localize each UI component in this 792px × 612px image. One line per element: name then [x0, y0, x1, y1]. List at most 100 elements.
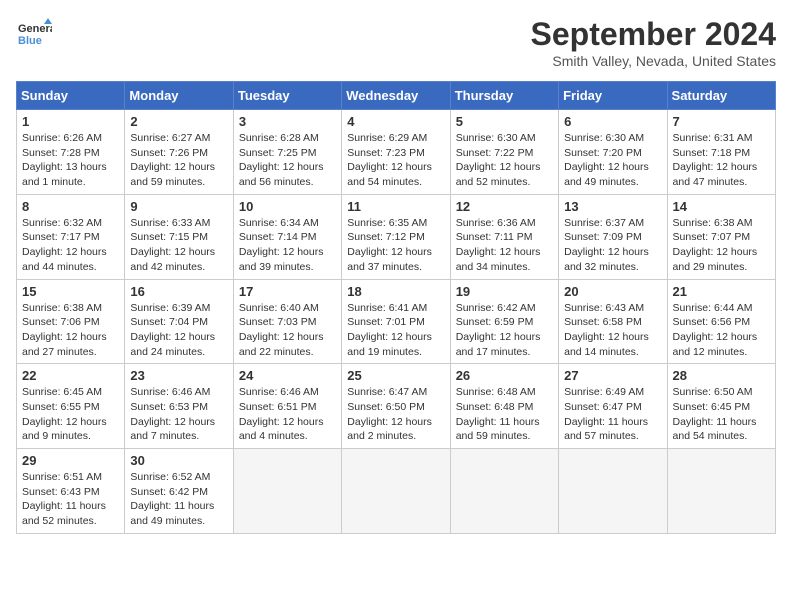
day-detail: Sunrise: 6:51 AM Sunset: 6:43 PM Dayligh… — [22, 470, 119, 529]
day-cell: 7 Sunrise: 6:31 AM Sunset: 7:18 PM Daylig… — [667, 110, 775, 195]
day-cell — [450, 449, 558, 534]
day-detail: Sunrise: 6:48 AM Sunset: 6:48 PM Dayligh… — [456, 385, 553, 444]
day-cell: 2 Sunrise: 6:27 AM Sunset: 7:26 PM Daylig… — [125, 110, 233, 195]
day-number: 11 — [347, 199, 444, 214]
header-row: Sunday Monday Tuesday Wednesday Thursday… — [17, 82, 776, 110]
day-number: 9 — [130, 199, 227, 214]
day-detail: Sunrise: 6:44 AM Sunset: 6:56 PM Dayligh… — [673, 301, 770, 360]
day-cell: 6 Sunrise: 6:30 AM Sunset: 7:20 PM Daylig… — [559, 110, 667, 195]
day-detail: Sunrise: 6:27 AM Sunset: 7:26 PM Dayligh… — [130, 131, 227, 190]
day-number: 24 — [239, 368, 336, 383]
month-title: September 2024 — [531, 16, 776, 53]
day-number: 25 — [347, 368, 444, 383]
day-cell: 24Sunrise: 6:46 AM Sunset: 6:51 PM Dayli… — [233, 364, 341, 449]
day-number: 8 — [22, 199, 119, 214]
day-cell: 13 Sunrise: 6:37 AM Sunset: 7:09 PM Dayli… — [559, 194, 667, 279]
day-cell: 19 Sunrise: 6:42 AM Sunset: 6:59 PM Dayli… — [450, 279, 558, 364]
day-number: 28 — [673, 368, 770, 383]
day-cell: 3Sunrise: 6:28 AM Sunset: 7:25 PM Daylig… — [233, 110, 341, 195]
title-block: September 2024 Smith Valley, Nevada, Uni… — [531, 16, 776, 69]
day-detail: Sunrise: 6:31 AM Sunset: 7:18 PM Dayligh… — [673, 131, 770, 190]
day-cell: 14Sunrise: 6:38 AM Sunset: 7:07 PM Dayli… — [667, 194, 775, 279]
week-row: 15 Sunrise: 6:38 AM Sunset: 7:06 PM Dayli… — [17, 279, 776, 364]
col-saturday: Saturday — [667, 82, 775, 110]
day-detail: Sunrise: 6:43 AM Sunset: 6:58 PM Dayligh… — [564, 301, 661, 360]
day-detail: Sunrise: 6:40 AM Sunset: 7:03 PM Dayligh… — [239, 301, 336, 360]
day-number: 10 — [239, 199, 336, 214]
day-cell: 18 Sunrise: 6:41 AM Sunset: 7:01 PM Dayli… — [342, 279, 450, 364]
day-detail: Sunrise: 6:39 AM Sunset: 7:04 PM Dayligh… — [130, 301, 227, 360]
day-detail: Sunrise: 6:42 AM Sunset: 6:59 PM Dayligh… — [456, 301, 553, 360]
day-number: 27 — [564, 368, 661, 383]
day-cell: 15 Sunrise: 6:38 AM Sunset: 7:06 PM Dayli… — [17, 279, 125, 364]
day-number: 5 — [456, 114, 553, 129]
day-detail: Sunrise: 6:28 AM Sunset: 7:25 PM Dayligh… — [239, 131, 336, 190]
day-number: 7 — [673, 114, 770, 129]
day-detail: Sunrise: 6:50 AM Sunset: 6:45 PM Dayligh… — [673, 385, 770, 444]
day-detail: Sunrise: 6:45 AM Sunset: 6:55 PM Dayligh… — [22, 385, 119, 444]
day-number: 16 — [130, 284, 227, 299]
day-number: 15 — [22, 284, 119, 299]
day-cell: 30 Sunrise: 6:52 AM Sunset: 6:42 PM Dayli… — [125, 449, 233, 534]
day-cell: 5 Sunrise: 6:30 AM Sunset: 7:22 PM Daylig… — [450, 110, 558, 195]
col-sunday: Sunday — [17, 82, 125, 110]
day-number: 13 — [564, 199, 661, 214]
day-detail: Sunrise: 6:52 AM Sunset: 6:42 PM Dayligh… — [130, 470, 227, 529]
page-header: General Blue September 2024 Smith Valley… — [16, 16, 776, 69]
logo: General Blue — [16, 16, 52, 52]
day-cell: 16 Sunrise: 6:39 AM Sunset: 7:04 PM Dayli… — [125, 279, 233, 364]
col-monday: Monday — [125, 82, 233, 110]
col-tuesday: Tuesday — [233, 82, 341, 110]
day-cell: 17 Sunrise: 6:40 AM Sunset: 7:03 PM Dayli… — [233, 279, 341, 364]
day-number: 1 — [22, 114, 119, 129]
day-number: 14 — [673, 199, 770, 214]
day-number: 6 — [564, 114, 661, 129]
day-cell — [667, 449, 775, 534]
week-row: 1 Sunrise: 6:26 AM Sunset: 7:28 PM Daylig… — [17, 110, 776, 195]
day-detail: Sunrise: 6:30 AM Sunset: 7:20 PM Dayligh… — [564, 131, 661, 190]
week-row: 8Sunrise: 6:32 AM Sunset: 7:17 PM Daylig… — [17, 194, 776, 279]
day-cell: 29 Sunrise: 6:51 AM Sunset: 6:43 PM Dayli… — [17, 449, 125, 534]
svg-text:General: General — [18, 23, 52, 35]
day-cell: 27 Sunrise: 6:49 AM Sunset: 6:47 PM Dayli… — [559, 364, 667, 449]
day-number: 29 — [22, 453, 119, 468]
calendar-table: Sunday Monday Tuesday Wednesday Thursday… — [16, 81, 776, 534]
week-row: 29 Sunrise: 6:51 AM Sunset: 6:43 PM Dayli… — [17, 449, 776, 534]
day-number: 19 — [456, 284, 553, 299]
day-cell: 11 Sunrise: 6:35 AM Sunset: 7:12 PM Dayli… — [342, 194, 450, 279]
day-cell: 8Sunrise: 6:32 AM Sunset: 7:17 PM Daylig… — [17, 194, 125, 279]
day-number: 17 — [239, 284, 336, 299]
day-cell — [233, 449, 341, 534]
day-cell: 9Sunrise: 6:33 AM Sunset: 7:15 PM Daylig… — [125, 194, 233, 279]
col-wednesday: Wednesday — [342, 82, 450, 110]
location: Smith Valley, Nevada, United States — [531, 53, 776, 69]
day-detail: Sunrise: 6:35 AM Sunset: 7:12 PM Dayligh… — [347, 216, 444, 275]
day-number: 2 — [130, 114, 227, 129]
day-cell: 10 Sunrise: 6:34 AM Sunset: 7:14 PM Dayli… — [233, 194, 341, 279]
day-number: 18 — [347, 284, 444, 299]
day-cell: 28 Sunrise: 6:50 AM Sunset: 6:45 PM Dayli… — [667, 364, 775, 449]
day-cell: 21 Sunrise: 6:44 AM Sunset: 6:56 PM Dayli… — [667, 279, 775, 364]
day-cell: 12 Sunrise: 6:36 AM Sunset: 7:11 PM Dayli… — [450, 194, 558, 279]
day-cell: 1 Sunrise: 6:26 AM Sunset: 7:28 PM Daylig… — [17, 110, 125, 195]
day-detail: Sunrise: 6:29 AM Sunset: 7:23 PM Dayligh… — [347, 131, 444, 190]
day-cell: 22Sunrise: 6:45 AM Sunset: 6:55 PM Dayli… — [17, 364, 125, 449]
day-cell: 26Sunrise: 6:48 AM Sunset: 6:48 PM Dayli… — [450, 364, 558, 449]
day-detail: Sunrise: 6:41 AM Sunset: 7:01 PM Dayligh… — [347, 301, 444, 360]
day-detail: Sunrise: 6:38 AM Sunset: 7:06 PM Dayligh… — [22, 301, 119, 360]
logo-icon: General Blue — [16, 16, 52, 52]
day-detail: Sunrise: 6:36 AM Sunset: 7:11 PM Dayligh… — [456, 216, 553, 275]
day-detail: Sunrise: 6:37 AM Sunset: 7:09 PM Dayligh… — [564, 216, 661, 275]
svg-text:Blue: Blue — [18, 35, 42, 47]
day-detail: Sunrise: 6:26 AM Sunset: 7:28 PM Dayligh… — [22, 131, 119, 190]
day-detail: Sunrise: 6:46 AM Sunset: 6:53 PM Dayligh… — [130, 385, 227, 444]
day-detail: Sunrise: 6:30 AM Sunset: 7:22 PM Dayligh… — [456, 131, 553, 190]
week-row: 22Sunrise: 6:45 AM Sunset: 6:55 PM Dayli… — [17, 364, 776, 449]
day-detail: Sunrise: 6:49 AM Sunset: 6:47 PM Dayligh… — [564, 385, 661, 444]
day-number: 21 — [673, 284, 770, 299]
day-cell: 4Sunrise: 6:29 AM Sunset: 7:23 PM Daylig… — [342, 110, 450, 195]
day-number: 30 — [130, 453, 227, 468]
day-number: 12 — [456, 199, 553, 214]
day-detail: Sunrise: 6:34 AM Sunset: 7:14 PM Dayligh… — [239, 216, 336, 275]
day-cell — [342, 449, 450, 534]
